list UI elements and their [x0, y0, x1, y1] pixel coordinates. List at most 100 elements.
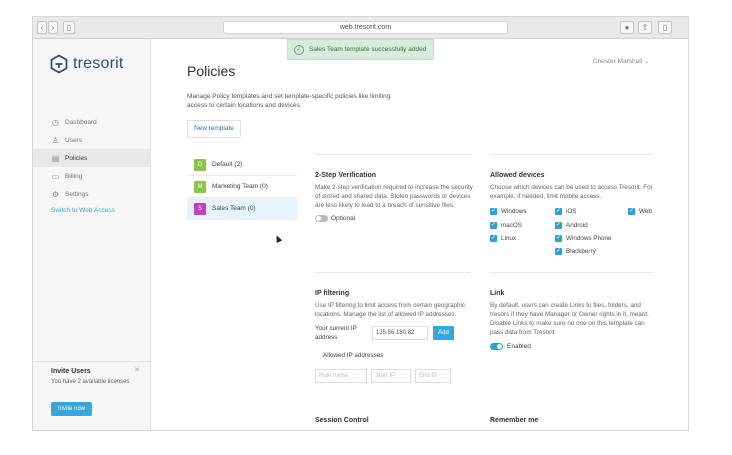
- sidebar-toggle-button[interactable]: ▯: [63, 21, 75, 34]
- sidebar: tresorit ◷ Dashboard ♙ Users ▤ Policies …: [33, 39, 151, 430]
- remember-me-title: Remember me: [490, 417, 539, 424]
- device-label: macOS: [501, 222, 522, 229]
- success-toast: ✓ Sales Team template successfully added: [287, 39, 434, 60]
- url-text: web.tresorit.com: [339, 24, 392, 31]
- checkbox-checked-icon: ✓: [555, 248, 562, 255]
- settings-icon: ⚙: [51, 189, 60, 199]
- two-step-title: 2-Step Verification: [315, 172, 377, 179]
- close-icon[interactable]: ✕: [134, 366, 140, 374]
- device-label: Web: [639, 208, 652, 215]
- rule-name-field[interactable]: Rule name: [315, 369, 367, 383]
- link-toggle-label: Enabled: [507, 343, 531, 350]
- check-icon: ✓: [294, 44, 304, 55]
- checkbox-checked-icon: ✓: [555, 208, 562, 215]
- sidebar-item-policies[interactable]: ▤ Policies: [33, 149, 150, 167]
- toast-text: Sales Team template successfully added: [309, 46, 427, 53]
- device-checkbox-macos[interactable]: ✓ macOS: [490, 222, 522, 229]
- sidebar-item-settings[interactable]: ⚙ Settings: [33, 185, 150, 203]
- browser-toolbar: ‹ › ▯ web.tresorit.com ● ⇧ ▯: [33, 17, 688, 39]
- template-item-sales[interactable]: S Sales Team (0): [187, 198, 297, 220]
- checkbox-checked-icon: ✓: [490, 208, 497, 215]
- share-button[interactable]: ⇧: [638, 21, 652, 34]
- add-ip-button[interactable]: Add: [433, 326, 454, 340]
- tabs-button[interactable]: ▯: [658, 21, 672, 34]
- sidebar-nav: ◷ Dashboard ♙ Users ▤ Policies ▭ Billing…: [33, 113, 150, 214]
- link-text: By default, users can create Links to fi…: [490, 302, 649, 336]
- dashboard-icon: ◷: [52, 117, 59, 127]
- allowed-ip-label: Allowed IP addresses: [323, 352, 384, 359]
- page-title: Policies: [187, 63, 236, 79]
- template-item-default[interactable]: D Default (2): [187, 154, 297, 176]
- user-menu[interactable]: Chester Marshall ⌄: [593, 57, 649, 65]
- browser-window: ‹ › ▯ web.tresorit.com ● ⇧ ▯ tresorit ◷ …: [32, 16, 689, 431]
- template-badge: S: [194, 202, 206, 215]
- template-label: Sales Team (0): [212, 205, 256, 212]
- divider: [315, 272, 471, 273]
- device-label: Windows Phone: [566, 235, 612, 242]
- device-checkbox-blackberry[interactable]: ✓ Blackberry: [555, 248, 596, 255]
- sidebar-item-label: Dashboard: [65, 118, 97, 126]
- device-label: Android: [566, 222, 588, 229]
- device-checkbox-web[interactable]: ✓ Web: [628, 208, 652, 215]
- users-icon: ♙: [51, 135, 60, 145]
- template-label: Default (2): [212, 161, 243, 168]
- mouse-cursor: [273, 234, 283, 243]
- link-toggle[interactable]: [490, 343, 503, 350]
- sidebar-item-label: Users: [65, 136, 82, 144]
- divider: [490, 272, 652, 273]
- divider: [315, 154, 471, 155]
- current-ip-field[interactable]: 135.56.180.82: [372, 326, 428, 340]
- template-label: Marketing Team (0): [212, 183, 268, 190]
- device-checkbox-android[interactable]: ✓ Android: [555, 222, 588, 229]
- checkbox-checked-icon: ✓: [490, 235, 497, 242]
- end-ip-field[interactable]: End IP: [415, 369, 451, 383]
- sidebar-item-label: Policies: [65, 154, 88, 162]
- device-label: Linux: [501, 235, 517, 242]
- chevron-down-icon: ⌄: [643, 58, 650, 65]
- checkbox-checked-icon: ✓: [490, 222, 497, 229]
- checkbox-checked-icon: ✓: [628, 208, 635, 215]
- checkbox-checked-icon: ✓: [555, 222, 562, 229]
- switch-to-web-access-link[interactable]: Switch to Web Access: [33, 207, 150, 214]
- policies-icon: ▤: [51, 153, 60, 163]
- device-checkbox-windows[interactable]: ✓ Windows: [490, 208, 527, 215]
- billing-icon: ▭: [51, 171, 60, 181]
- device-checkbox-linux[interactable]: ✓ Linux: [490, 235, 516, 242]
- two-step-toggle-label: Optional: [331, 215, 356, 222]
- device-checkbox-windows-phone[interactable]: ✓ Windows Phone: [555, 235, 612, 242]
- invite-users-panel: ✕ Invite Users You have 2 available lice…: [33, 361, 150, 393]
- two-step-toggle[interactable]: [315, 215, 328, 222]
- invite-now-button[interactable]: Invite now: [51, 402, 92, 416]
- device-checkbox-ios[interactable]: ✓ iOS: [555, 208, 577, 215]
- ip-filtering-text: Use IP filtering to limit access from ce…: [315, 302, 466, 318]
- template-badge: D: [194, 158, 206, 171]
- address-bar[interactable]: web.tresorit.com: [223, 21, 508, 34]
- back-button[interactable]: ‹: [37, 21, 47, 34]
- brand-name: tresorit: [73, 55, 124, 72]
- template-badge: M: [194, 180, 206, 193]
- device-label: Blackberry: [566, 248, 596, 255]
- new-template-button[interactable]: New template: [187, 120, 241, 138]
- sidebar-item-label: Billing: [65, 172, 83, 180]
- forward-button[interactable]: ›: [48, 21, 58, 34]
- user-name: Chester Marshall: [593, 58, 643, 65]
- start-ip-field[interactable]: Start IP: [371, 369, 411, 383]
- invite-title: Invite Users: [51, 368, 91, 375]
- sidebar-item-users[interactable]: ♙ Users: [33, 131, 150, 149]
- sidebar-item-billing[interactable]: ▭ Billing: [33, 167, 150, 185]
- brand-logo[interactable]: tresorit: [49, 53, 124, 75]
- session-control-title: Session Control: [315, 417, 369, 424]
- sidebar-item-label: Settings: [65, 190, 89, 198]
- page-description: Manage Policy templates and set template…: [187, 93, 391, 109]
- device-label: Windows: [501, 208, 527, 215]
- divider: [490, 154, 652, 155]
- template-item-marketing[interactable]: M Marketing Team (0): [187, 176, 297, 198]
- tresorit-logo-icon: [50, 54, 68, 74]
- invite-text: You have 2 available licenses: [51, 379, 130, 385]
- ip-filtering-title: IP filtering: [315, 290, 350, 297]
- two-step-text: Make 2-step verification required to inc…: [315, 184, 473, 209]
- sidebar-item-dashboard[interactable]: ◷ Dashboard: [33, 113, 150, 131]
- info-button[interactable]: ●: [620, 21, 634, 34]
- link-title: Link: [490, 290, 505, 297]
- checkbox-checked-icon: ✓: [555, 235, 562, 242]
